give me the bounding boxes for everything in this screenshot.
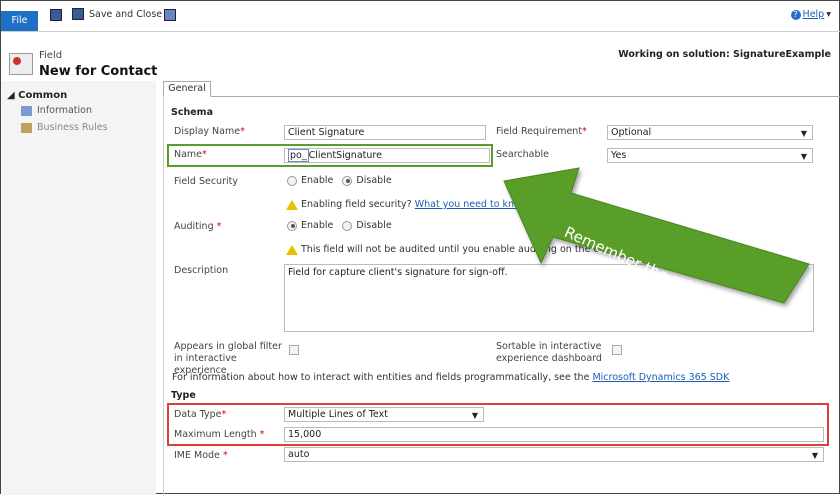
callout-arrow — [503, 167, 810, 304]
